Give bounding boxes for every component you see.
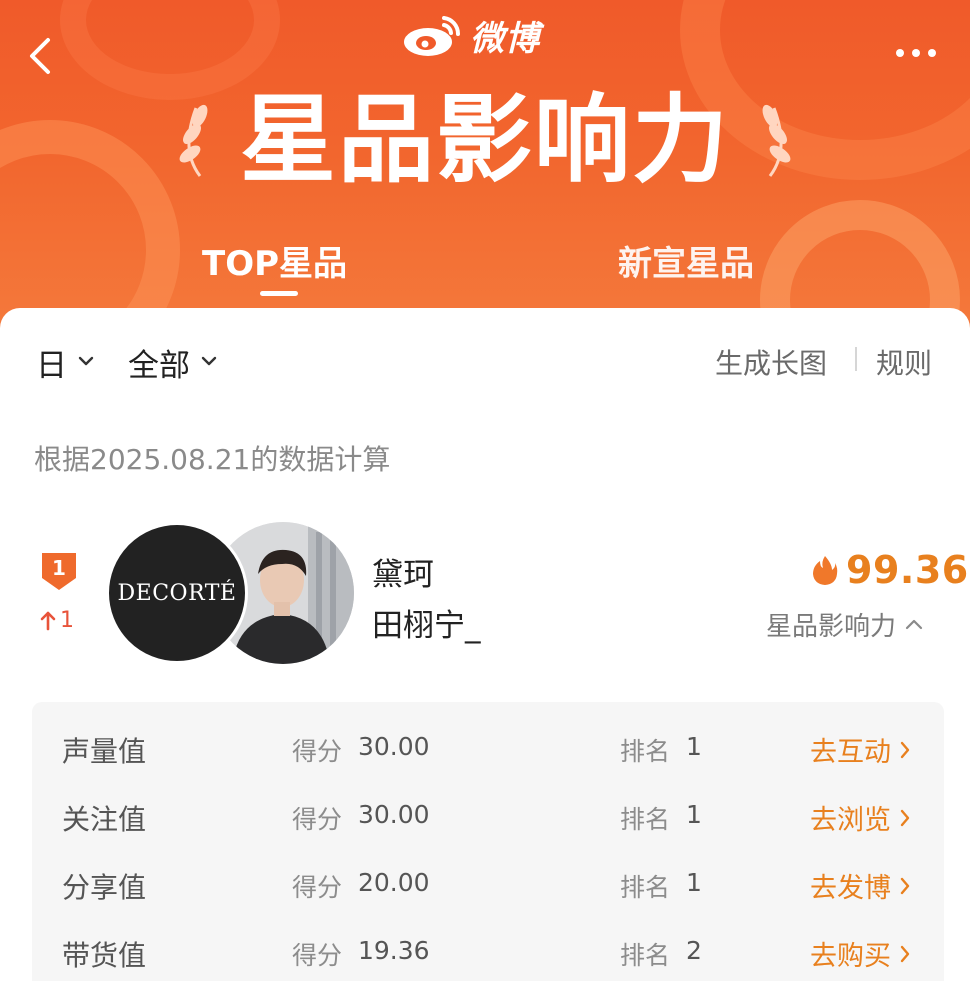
rank-caption: 排名 <box>620 873 671 902</box>
go-buy-link[interactable]: 去购买 <box>810 934 911 973</box>
metric-score: 19.36 <box>358 936 430 965</box>
go-interact-link[interactable]: 去互动 <box>810 730 911 769</box>
action-label: 去发博 <box>810 873 891 904</box>
brand-logo-avatar[interactable]: DECORTÉ <box>106 522 248 664</box>
arrow-up-icon <box>40 611 56 630</box>
active-tab-indicator <box>260 291 298 296</box>
metric-label: 分享值 <box>62 871 147 904</box>
back-button[interactable] <box>22 34 62 78</box>
period-filter-dropdown[interactable]: 日 <box>36 340 95 385</box>
metric-label: 声量值 <box>62 735 147 768</box>
rank-change: 1 <box>40 608 74 633</box>
rank-caption: 排名 <box>620 805 671 834</box>
more-button[interactable] <box>890 40 950 66</box>
action-label: 去购买 <box>810 941 891 972</box>
chevron-right-icon <box>900 809 910 826</box>
score-detail-toggle[interactable]: 星品影响力 <box>766 606 924 643</box>
score-caption: 得分 <box>292 941 343 970</box>
star-name[interactable]: 田栩宁_ <box>372 600 481 645</box>
chevron-down-icon <box>78 356 94 365</box>
score-label: 星品影响力 <box>766 612 897 642</box>
divider <box>855 347 857 371</box>
metric-rank: 2 <box>686 936 702 965</box>
metric-label: 关注值 <box>62 803 147 836</box>
chevron-right-icon <box>900 741 910 758</box>
rank-caption: 排名 <box>620 737 671 766</box>
metric-label: 带货值 <box>62 939 147 972</box>
action-label: 去浏览 <box>810 805 891 836</box>
metric-score: 20.00 <box>358 868 430 897</box>
rank-change-value: 1 <box>60 608 74 633</box>
tab-top-products[interactable]: TOP星品 <box>202 236 347 285</box>
metric-rank: 1 <box>686 868 702 897</box>
weibo-logo-icon <box>404 16 461 56</box>
tab-new-products[interactable]: 新宣星品 <box>618 236 754 285</box>
rank-caption: 排名 <box>620 941 671 970</box>
period-filter-label: 日 <box>36 348 67 384</box>
metric-rank: 1 <box>686 732 702 761</box>
category-filter-dropdown[interactable]: 全部 <box>128 340 218 385</box>
generate-long-image-button[interactable]: 生成长图 <box>715 342 827 382</box>
action-label: 去互动 <box>810 737 891 768</box>
flame-icon <box>813 556 838 585</box>
header-banner: 微博 星品影响力 TOP星品 新宣星品 <box>0 0 970 340</box>
metric-rank: 1 <box>686 800 702 829</box>
rank-badge: 1 <box>38 550 80 592</box>
go-post-link[interactable]: 去发博 <box>810 866 911 905</box>
laurel-right-icon <box>762 104 791 177</box>
breakdown-row: 声量值 得分 30.00 排名 1 去互动 <box>32 718 944 778</box>
data-date-note: 根据2025.08.21的数据计算 <box>34 443 391 476</box>
chevron-right-icon <box>900 877 910 894</box>
page-title: 星品影响力 <box>240 84 730 196</box>
breakdown-row: 关注值 得分 30.00 排名 1 去浏览 <box>32 786 944 846</box>
score-value: 99.36 <box>846 548 969 592</box>
breakdown-row: 分享值 得分 20.00 排名 1 去发博 <box>32 854 944 914</box>
score-caption: 得分 <box>292 805 343 834</box>
logo-text: 微博 <box>470 18 540 59</box>
chevron-left-icon <box>30 38 50 74</box>
brand-logo-text: DECORTÉ <box>117 580 237 606</box>
score-caption: 得分 <box>292 873 343 902</box>
weibo-logo: 微博 <box>400 10 580 60</box>
metric-score: 30.00 <box>358 800 430 829</box>
breakdown-row: 带货值 得分 19.36 排名 2 去购买 <box>32 922 944 981</box>
score-breakdown-panel: 声量值 得分 30.00 排名 1 去互动 关注值 得分 30.00 排名 1 … <box>32 702 944 981</box>
chevron-right-icon <box>900 945 910 962</box>
score-caption: 得分 <box>292 737 343 766</box>
chevron-up-icon <box>905 619 923 629</box>
category-filter-label: 全部 <box>128 348 190 384</box>
metric-score: 30.00 <box>358 732 430 761</box>
influence-score: 99.36 <box>812 548 969 592</box>
brand-name[interactable]: 黛珂 <box>372 549 434 594</box>
rank-number: 1 <box>52 556 66 580</box>
rules-link[interactable]: 规则 <box>876 342 932 382</box>
more-dots-icon <box>896 49 936 57</box>
chevron-down-icon <box>201 356 217 365</box>
go-browse-link[interactable]: 去浏览 <box>810 798 911 837</box>
